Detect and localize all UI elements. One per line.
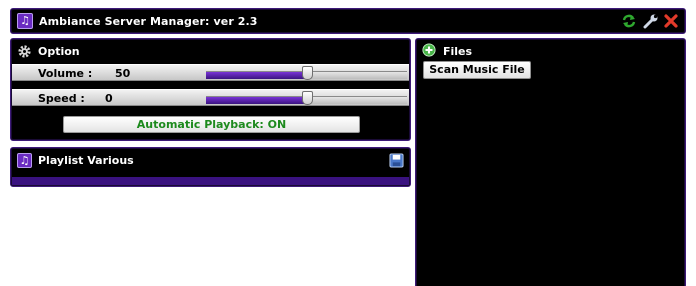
option-title: Option: [38, 45, 80, 58]
title-bar: ♫ Ambiance Server Manager: ver 2.3: [10, 8, 686, 34]
gear-icon: [17, 44, 32, 59]
speed-row: Speed : 0: [12, 89, 409, 106]
automatic-playback-button[interactable]: Automatic Playback: ON: [63, 116, 360, 133]
volume-slider-thumb[interactable]: [301, 66, 313, 80]
refresh-icon[interactable]: [621, 13, 637, 29]
speed-value: 0: [105, 92, 113, 105]
window-title: Ambiance Server Manager: ver 2.3: [39, 15, 258, 28]
files-panel: Files Scan Music File: [415, 38, 686, 286]
speed-slider[interactable]: [206, 91, 407, 105]
playlist-panel: ♫ Playlist Various: [10, 147, 411, 187]
scan-music-file-button[interactable]: Scan Music File: [423, 61, 531, 79]
option-panel: Option Volume : 50 Speed : 0 Automatic P…: [10, 38, 411, 141]
close-icon[interactable]: [663, 13, 679, 29]
files-title: Files: [443, 45, 473, 58]
volume-slider[interactable]: [206, 66, 407, 80]
volume-slider-fill: [206, 72, 307, 79]
playlist-bar: [12, 177, 409, 185]
volume-row: Volume : 50: [12, 64, 409, 81]
save-icon[interactable]: [389, 153, 404, 168]
speed-slider-thumb[interactable]: [301, 91, 313, 105]
volume-value: 50: [115, 67, 131, 80]
music-note-icon: ♫: [17, 153, 32, 168]
volume-label: Volume :: [38, 67, 93, 80]
music-note-icon: ♫: [17, 13, 33, 29]
speed-slider-fill: [206, 97, 307, 104]
add-icon: [422, 43, 436, 57]
speed-label: Speed :: [38, 92, 85, 105]
wrench-icon[interactable]: [643, 13, 659, 29]
playlist-title: Playlist Various: [38, 154, 134, 167]
